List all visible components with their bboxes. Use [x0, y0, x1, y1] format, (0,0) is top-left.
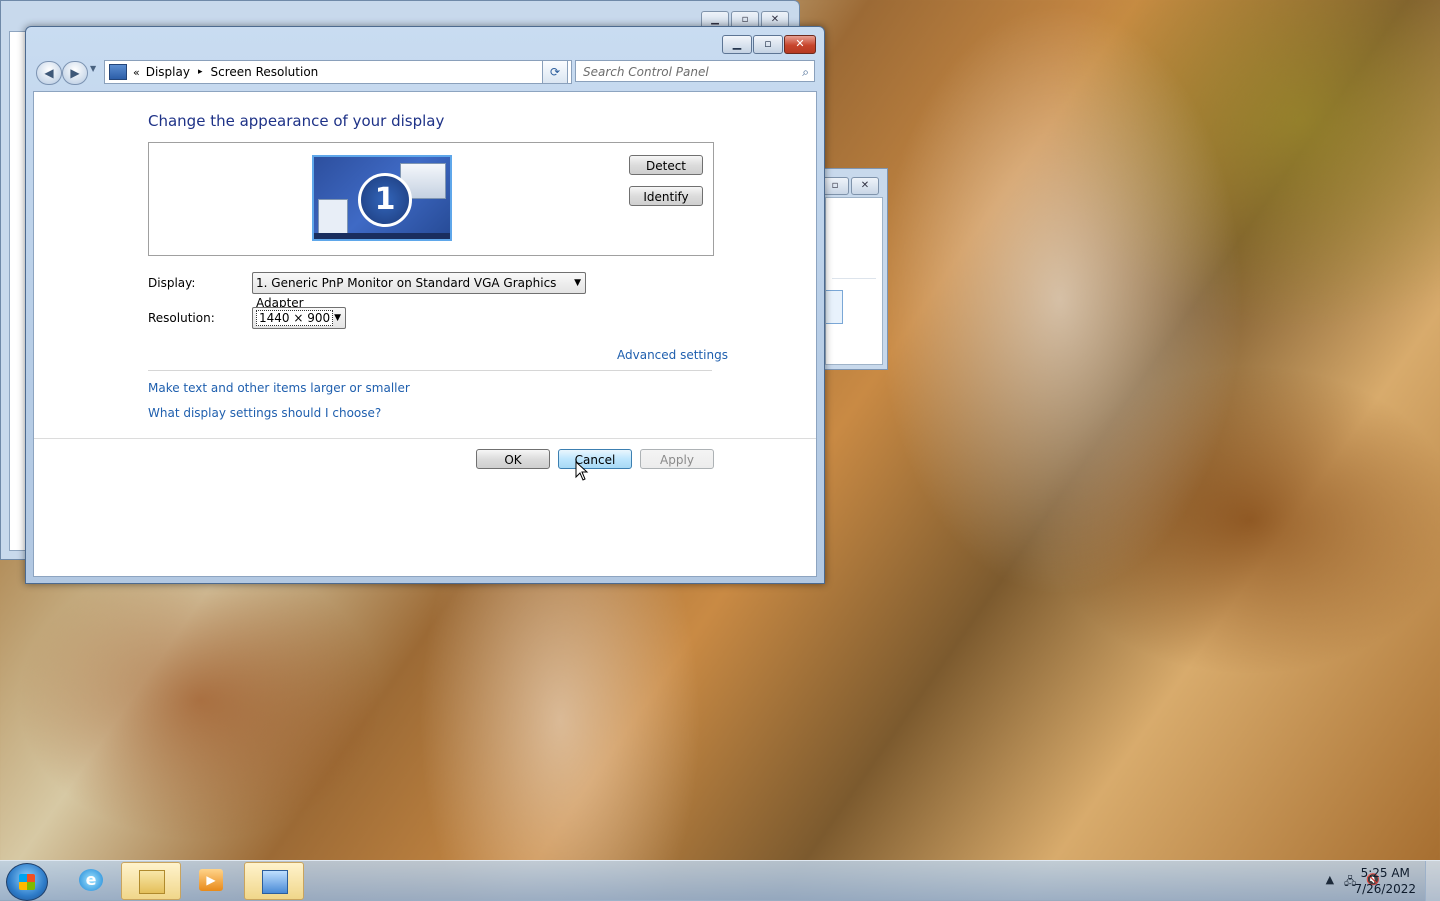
internet-explorer-icon: e [79, 869, 103, 891]
navigation-bar: ◀ ▶ ▼ « Display ▸ Screen Resolution ▼ ⟳ … [34, 59, 816, 85]
display-label: Display: [148, 276, 196, 290]
divider [34, 438, 816, 439]
forward-arrow-icon[interactable]: ▶ [62, 61, 88, 85]
control-panel-icon [109, 64, 127, 80]
display-select[interactable]: 1. Generic PnP Monitor on Standard VGA G… [252, 272, 586, 310]
apply-button: Apply [640, 449, 714, 469]
show-desktop-button[interactable] [1425, 861, 1440, 901]
monitor-window-graphic [318, 199, 348, 235]
resolution-select[interactable]: 1440 × 900 ▼ [252, 307, 346, 329]
text-size-link[interactable]: Make text and other items larger or smal… [148, 381, 410, 395]
clock[interactable]: 5:25 AM 7/26/2022 [1354, 865, 1416, 897]
media-player-icon: ▶ [199, 869, 223, 891]
windows-flag-icon [19, 874, 35, 890]
mouse-cursor-icon [575, 461, 589, 481]
screen-resolution-window: ▁ ▫ ✕ ◀ ▶ ▼ « Display ▸ Screen Resolutio… [25, 26, 825, 584]
search-icon[interactable]: ⌕ [802, 61, 809, 83]
monitor-1-preview[interactable]: 1 [312, 155, 452, 241]
resolution-select-value: 1440 × 900 [256, 310, 334, 326]
monitor-preview-panel: 1 Detect Identify [148, 142, 714, 256]
windows-start-icon[interactable] [6, 863, 48, 901]
clock-date: 7/26/2022 [1354, 882, 1416, 896]
ok-button[interactable]: OK [476, 449, 550, 469]
window-controls: ▁ ▫ ✕ [722, 35, 816, 54]
taskbar-internet-explorer[interactable]: e [62, 862, 120, 898]
close-button[interactable]: ✕ [784, 35, 816, 54]
content-area: Change the appearance of your display 1 … [33, 91, 817, 577]
maximize-icon[interactable]: ▫ [821, 177, 849, 195]
display-select-value: 1. Generic PnP Monitor on Standard VGA G… [256, 276, 557, 310]
back-arrow-icon[interactable]: ◀ [36, 61, 62, 85]
background-dialog-button[interactable] [826, 290, 843, 324]
page-title: Change the appearance of your display [148, 112, 445, 130]
breadcrumb-overflow[interactable]: « [133, 66, 140, 79]
resolution-label: Resolution: [148, 311, 215, 325]
taskbar: e ▶ ▲ 🖧 🔇 5:25 AM 7/26/2022 [0, 860, 1440, 901]
windows-explorer-icon [139, 870, 165, 894]
cancel-button[interactable]: Cancel [558, 449, 632, 469]
breadcrumb-arrow-icon[interactable]: ▸ [198, 67, 203, 77]
taskbar-windows-explorer[interactable] [121, 862, 181, 900]
divider [832, 278, 876, 279]
control-panel-taskbar-icon [262, 870, 288, 894]
chevron-down-icon: ▼ [334, 313, 341, 323]
address-bar[interactable]: « Display ▸ Screen Resolution ▼ [104, 60, 572, 84]
maximize-button[interactable]: ▫ [753, 35, 783, 54]
tray-up-arrow-icon[interactable]: ▲ [1326, 873, 1334, 892]
display-help-link[interactable]: What display settings should I choose? [148, 406, 381, 420]
detect-button[interactable]: Detect [629, 155, 703, 175]
recent-pages-dropdown[interactable]: ▼ [90, 64, 96, 73]
minimize-button[interactable]: ▁ [722, 35, 752, 54]
breadcrumb-display[interactable]: Display [146, 65, 190, 79]
taskbar-media-player[interactable]: ▶ [182, 862, 240, 898]
divider [148, 370, 712, 371]
clock-time: 5:25 AM [1360, 866, 1410, 880]
search-input[interactable]: Search Control Panel ⌕ [575, 60, 815, 82]
chevron-down-icon: ▼ [574, 278, 581, 288]
taskbar-control-panel[interactable] [244, 862, 304, 900]
refresh-icon[interactable]: ⟳ [542, 60, 568, 84]
identify-button[interactable]: Identify [629, 186, 703, 206]
advanced-settings-link[interactable]: Advanced settings [617, 348, 728, 362]
background-dialog: ▫ ✕ [820, 168, 888, 370]
background-dialog-controls: ▫ ✕ [821, 177, 879, 195]
search-placeholder: Search Control Panel [583, 65, 709, 79]
background-dialog-body [825, 197, 883, 365]
close-icon[interactable]: ✕ [851, 177, 879, 195]
monitor-number: 1 [358, 173, 412, 227]
monitor-taskbar-graphic [314, 233, 450, 239]
breadcrumb-screen-resolution[interactable]: Screen Resolution [211, 65, 319, 79]
